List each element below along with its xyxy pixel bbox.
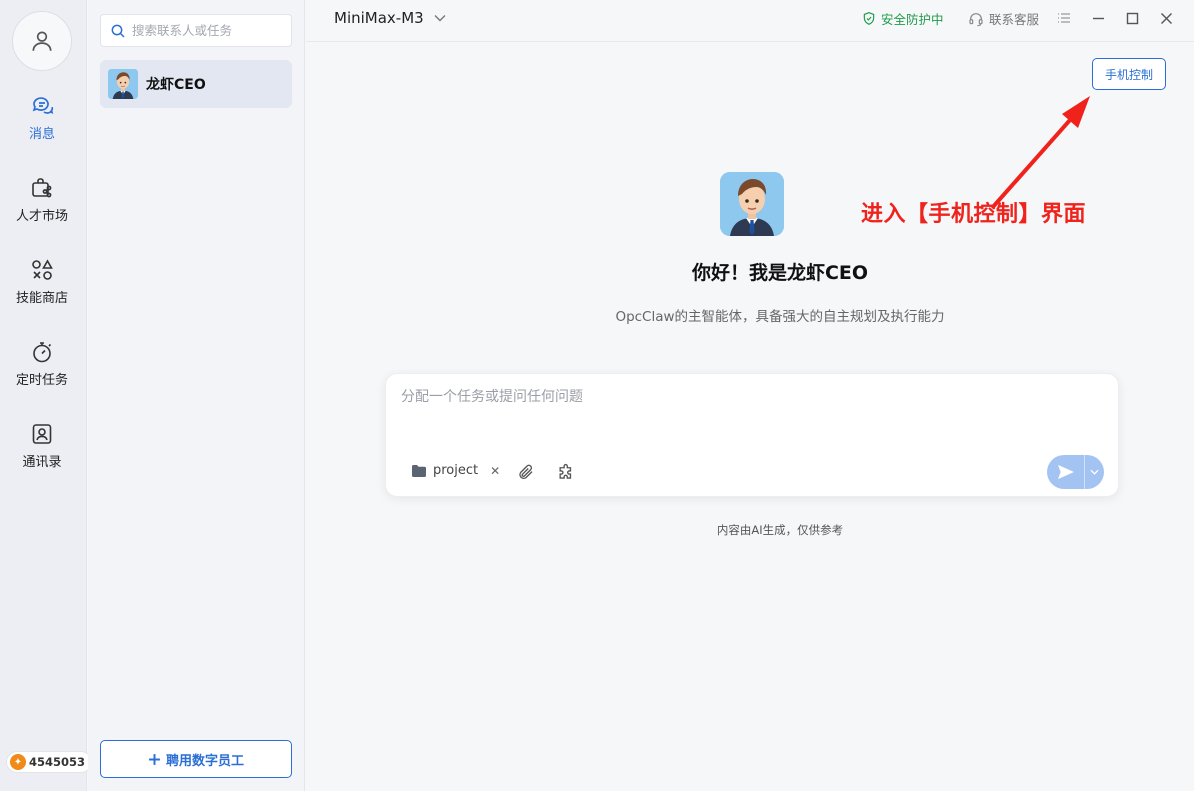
ceo-avatar xyxy=(108,69,138,99)
phone-control-button[interactable]: 手机控制 xyxy=(1092,58,1166,90)
stopwatch-icon xyxy=(29,339,55,365)
nav-label: 定时任务 xyxy=(15,373,68,388)
coin-count: 4545053 xyxy=(29,755,86,769)
send-icon xyxy=(1057,464,1074,480)
coin-icon: ✦ xyxy=(10,754,26,770)
message-composer: project ✕ xyxy=(385,373,1119,497)
chevron-down-icon xyxy=(434,15,446,22)
headset-icon xyxy=(969,12,983,26)
close-button[interactable] xyxy=(1156,8,1176,28)
plus-icon xyxy=(149,753,160,765)
chevron-down-icon xyxy=(1090,469,1099,475)
hire-digital-employee-button[interactable]: 聘用数字员工 xyxy=(100,740,292,778)
model-selector[interactable]: MiniMax-M3 xyxy=(334,8,446,28)
plugin-button[interactable] xyxy=(556,462,576,482)
search-input[interactable] xyxy=(132,23,282,38)
shield-check-icon xyxy=(863,12,875,25)
nav-label: 人才市场 xyxy=(15,209,68,224)
shapes-icon xyxy=(29,257,55,283)
annotation-text: 进入【手机控制】界面 xyxy=(861,202,1087,227)
contact-support-button[interactable]: 联系客服 xyxy=(968,9,1039,28)
user-icon xyxy=(32,31,52,51)
annotation-arrow-icon xyxy=(990,96,1090,210)
model-name: MiniMax-M3 xyxy=(334,9,424,27)
main-area: MiniMax-M3 安全防护中 联系客服 手机控制 进入【手机控制】界面 你好… xyxy=(306,0,1194,791)
search-box[interactable] xyxy=(100,14,292,47)
security-status: 安全防护中 xyxy=(862,9,944,28)
contact-name: 龙虾CEO xyxy=(146,77,206,93)
greeting-subtitle: OpcClaw的主智能体，具备强大的自主规划及执行能力 xyxy=(615,309,945,325)
maximize-icon xyxy=(1126,12,1138,24)
attach-button[interactable] xyxy=(516,462,536,482)
user-avatar[interactable] xyxy=(12,11,72,71)
search-icon xyxy=(111,24,125,38)
support-label: 联系客服 xyxy=(989,12,1040,27)
nav-item-skill-store[interactable]: 技能商店 xyxy=(0,257,84,323)
nav-label: 技能商店 xyxy=(15,291,68,306)
nav-label: 通讯录 xyxy=(22,455,62,470)
folder-icon xyxy=(412,464,426,477)
paperclip-icon xyxy=(519,464,533,479)
send-options[interactable] xyxy=(1085,455,1104,489)
project-chip-label: project xyxy=(433,463,479,478)
remove-chip-icon[interactable]: ✕ xyxy=(490,464,500,478)
menu-button[interactable] xyxy=(1054,8,1074,28)
greeting-title: 你好！我是龙虾CEO xyxy=(691,262,869,284)
coin-balance[interactable]: ✦ 4545053 xyxy=(6,751,93,773)
send-button[interactable] xyxy=(1047,455,1104,489)
nav-item-scheduled-tasks[interactable]: 定时任务 xyxy=(0,339,84,405)
close-icon xyxy=(1160,12,1172,24)
contact-card-icon xyxy=(29,421,55,447)
message-input[interactable] xyxy=(401,386,1101,426)
left-nav: 消息 人才市场 技能商店 定时任务 通讯录 ✦ 4545053 xyxy=(0,0,93,791)
contact-item-ceo[interactable]: 龙虾CEO xyxy=(100,60,292,108)
briefcase-share-icon xyxy=(29,175,55,201)
ai-disclaimer: 内容由AI生成，仅供参考 xyxy=(716,523,844,537)
top-bar: MiniMax-M3 安全防护中 联系客服 xyxy=(306,0,1194,42)
nav-label: 消息 xyxy=(28,127,55,142)
chat-bubbles-icon xyxy=(29,93,55,119)
maximize-button[interactable] xyxy=(1122,8,1142,28)
project-chip[interactable]: project ✕ xyxy=(411,463,500,478)
list-menu-icon xyxy=(1058,13,1070,23)
puzzle-icon xyxy=(558,463,571,479)
send-main[interactable] xyxy=(1047,455,1084,489)
hero-avatar xyxy=(720,172,784,236)
minimize-icon xyxy=(1092,17,1104,19)
minimize-button[interactable] xyxy=(1088,8,1108,28)
security-label: 安全防护中 xyxy=(881,12,944,27)
ceo-avatar xyxy=(720,172,784,236)
nav-item-contacts[interactable]: 通讯录 xyxy=(0,421,84,487)
nav-item-messages[interactable]: 消息 xyxy=(0,93,84,159)
hire-label: 聘用数字员工 xyxy=(165,753,244,769)
contacts-panel: 龙虾CEO 聘用数字员工 xyxy=(88,0,305,791)
nav-item-talent-market[interactable]: 人才市场 xyxy=(0,175,84,241)
